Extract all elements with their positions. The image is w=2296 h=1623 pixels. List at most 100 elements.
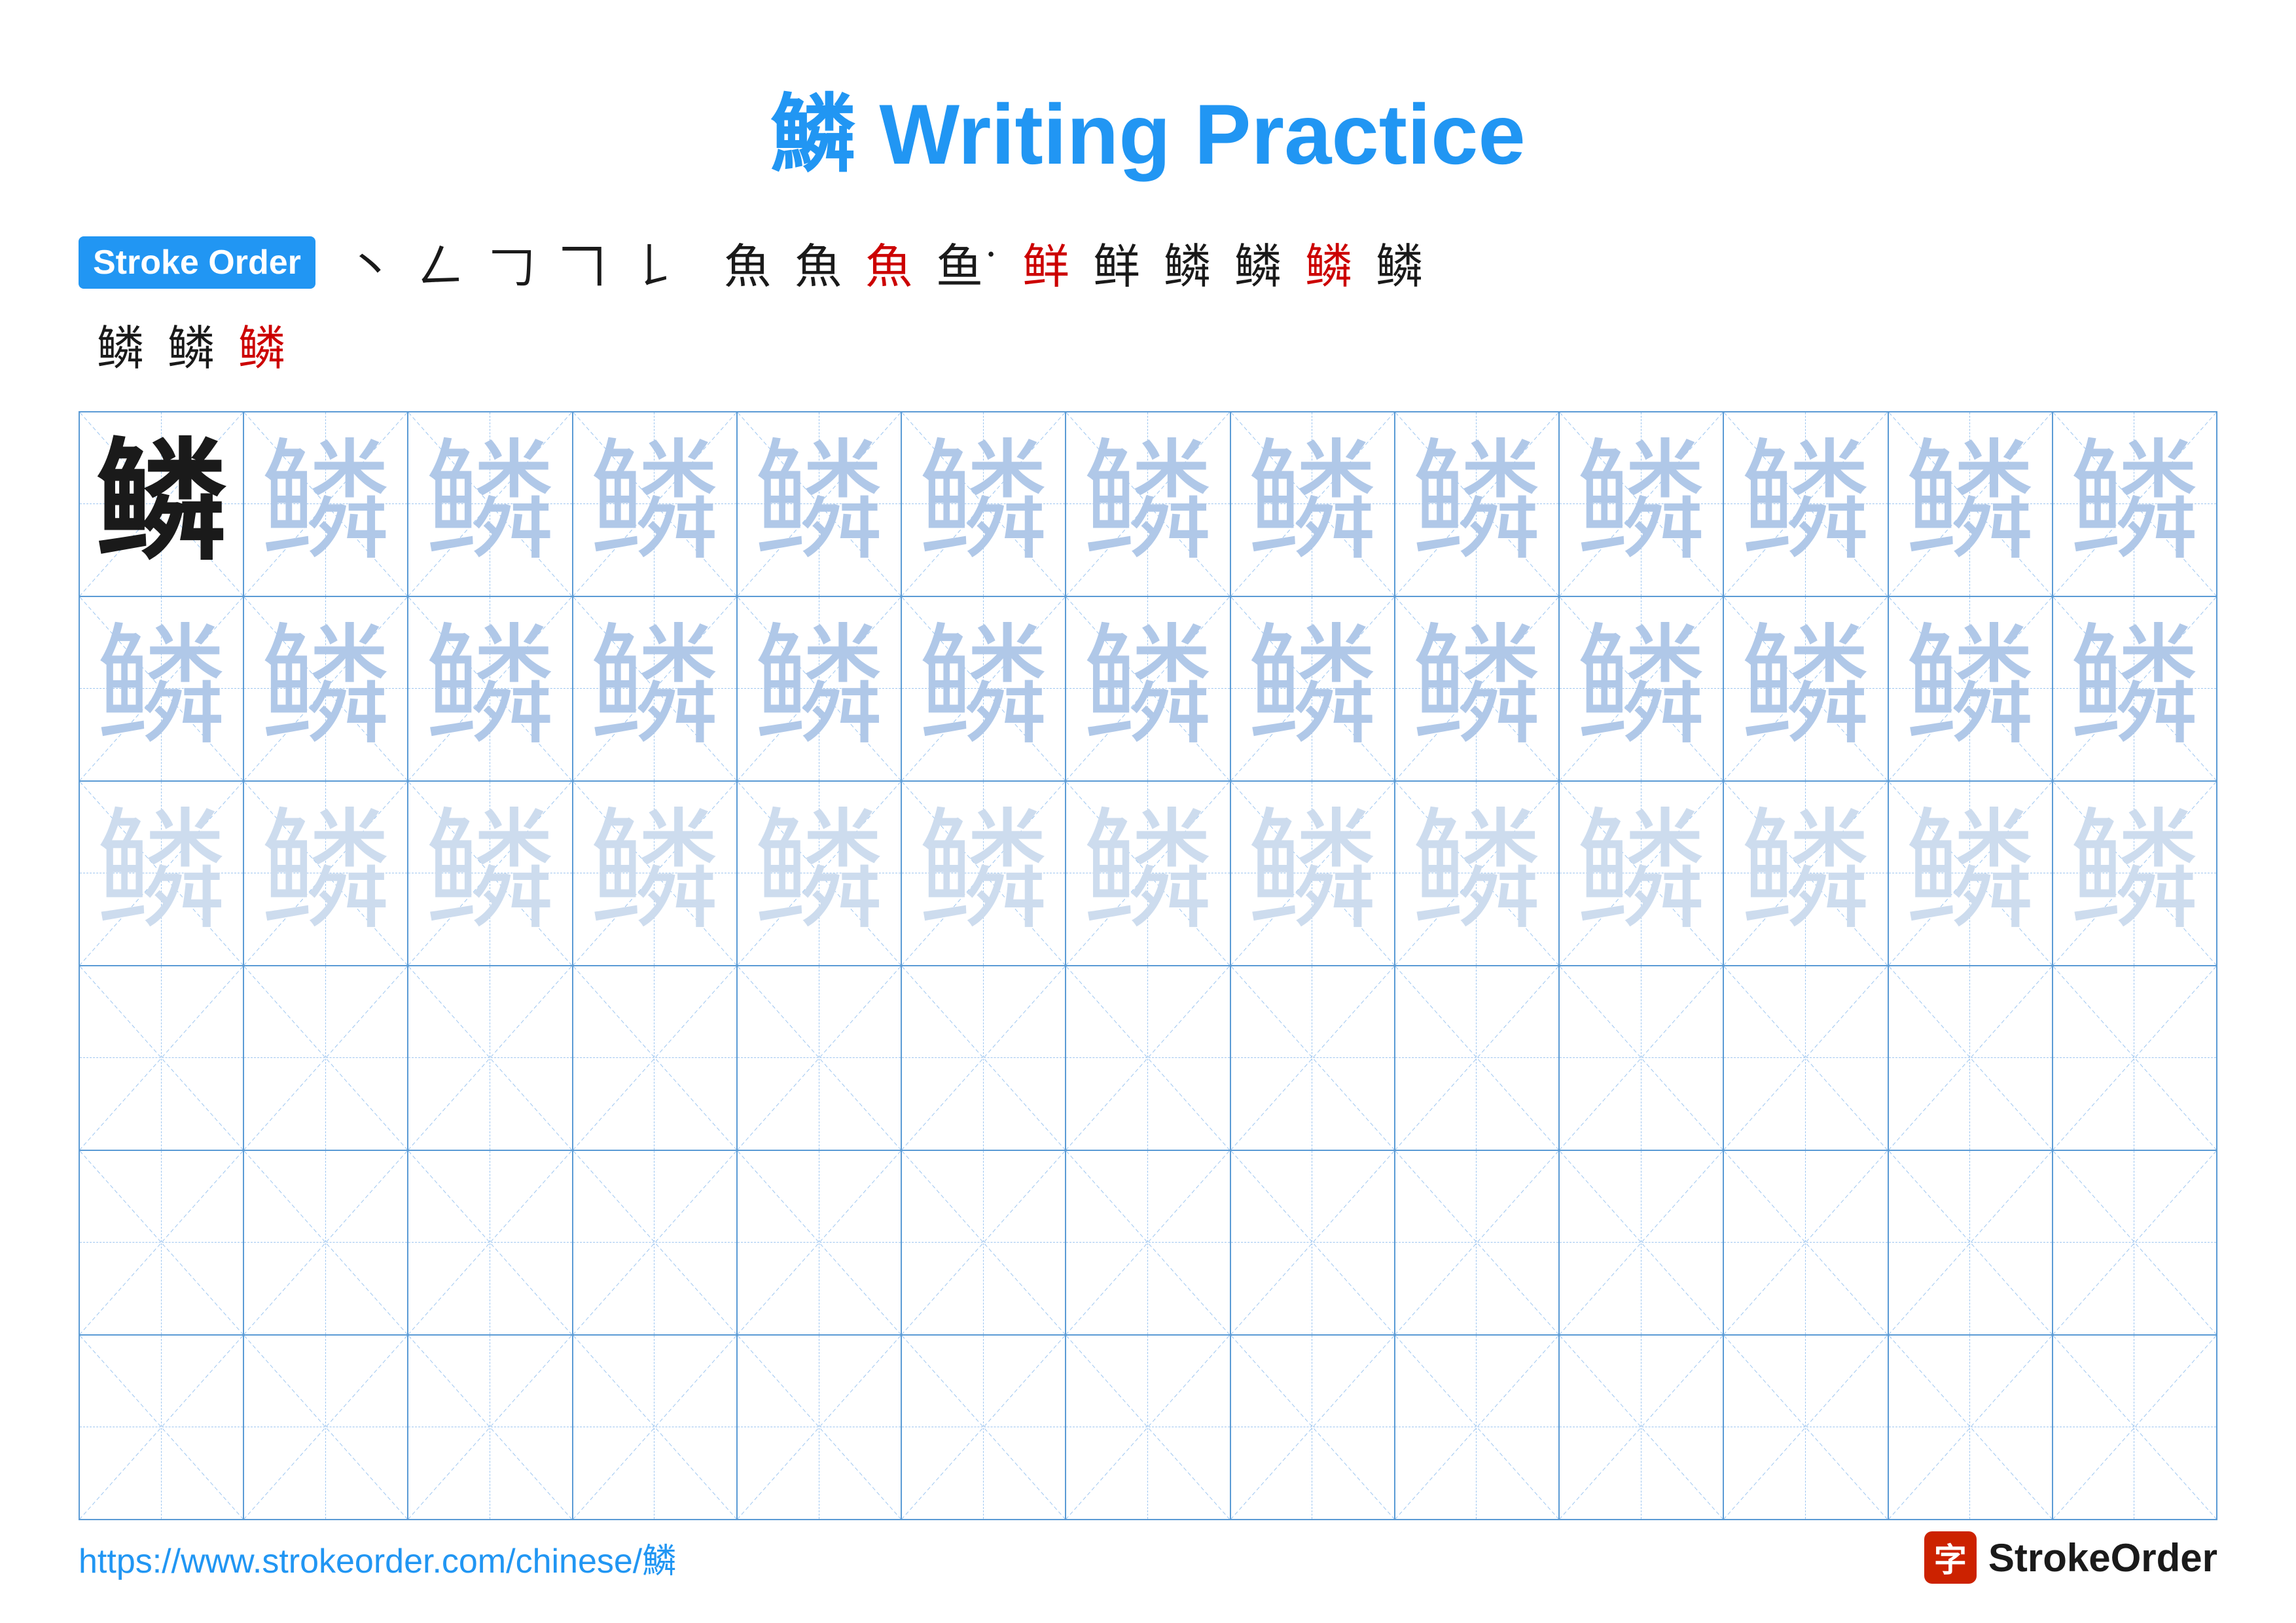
grid-cell[interactable] bbox=[1560, 1151, 1724, 1334]
grid-cell[interactable]: 鳞 bbox=[2053, 412, 2216, 596]
grid-cell[interactable] bbox=[244, 966, 408, 1150]
grid-cell[interactable] bbox=[1724, 1336, 1888, 1519]
grid-cell[interactable] bbox=[1395, 966, 1560, 1150]
grid-cell[interactable]: 鳞 bbox=[80, 412, 244, 596]
grid-cell[interactable] bbox=[573, 1151, 738, 1334]
footer-url[interactable]: https://www.strokeorder.com/chinese/鱗 bbox=[79, 1533, 676, 1582]
grid-cell[interactable]: 鳞 bbox=[408, 412, 573, 596]
grid-cell[interactable]: 鳞 bbox=[408, 597, 573, 780]
stroke-char: 鳞 bbox=[1376, 228, 1423, 297]
grid-cell[interactable] bbox=[1889, 1151, 2053, 1334]
practice-char: 鳞 bbox=[1740, 623, 1871, 754]
grid-cell[interactable]: 鳞 bbox=[573, 412, 738, 596]
grid-cell[interactable] bbox=[1889, 1336, 2053, 1519]
grid-cell[interactable]: 鳞 bbox=[244, 782, 408, 965]
grid-cell[interactable] bbox=[573, 966, 738, 1150]
grid-cell[interactable]: 鳞 bbox=[902, 597, 1066, 780]
grid-cell[interactable] bbox=[1889, 966, 2053, 1150]
grid-cell[interactable]: 鳞 bbox=[408, 782, 573, 965]
grid-cell[interactable] bbox=[80, 1151, 244, 1334]
grid-cell[interactable] bbox=[1231, 1151, 1395, 1334]
grid-cell[interactable]: 鳞 bbox=[1231, 412, 1395, 596]
grid-cell[interactable]: 鳞 bbox=[738, 412, 902, 596]
practice-char: 鳞 bbox=[589, 808, 720, 939]
grid-cell[interactable]: 鳞 bbox=[1395, 412, 1560, 596]
grid-cell[interactable] bbox=[902, 966, 1066, 1150]
grid-cell[interactable]: 鳞 bbox=[1066, 597, 1230, 780]
practice-char: 鳞 bbox=[589, 623, 720, 754]
practice-char: 鳞 bbox=[2069, 808, 2200, 939]
practice-char: 鳞 bbox=[1576, 439, 1707, 570]
stroke-char: 魚 bbox=[795, 228, 842, 297]
grid-cell[interactable]: 鳞 bbox=[1066, 782, 1230, 965]
practice-char: 鳞 bbox=[260, 808, 391, 939]
grid-cell[interactable]: 鳞 bbox=[1560, 412, 1724, 596]
grid-cell[interactable] bbox=[902, 1151, 1066, 1334]
grid-cell[interactable] bbox=[902, 1336, 1066, 1519]
grid-cell[interactable]: 鳞 bbox=[902, 782, 1066, 965]
grid-cell[interactable] bbox=[738, 1336, 902, 1519]
grid-cell[interactable]: 鳞 bbox=[1889, 597, 2053, 780]
grid-cell[interactable]: 鳞 bbox=[1395, 597, 1560, 780]
grid-cell[interactable] bbox=[1231, 1336, 1395, 1519]
grid-cell[interactable]: 鳞 bbox=[1724, 597, 1888, 780]
grid-cell[interactable] bbox=[573, 1336, 738, 1519]
grid-cell[interactable] bbox=[244, 1151, 408, 1334]
grid-cell[interactable] bbox=[2053, 1336, 2216, 1519]
grid-cell[interactable] bbox=[1066, 966, 1230, 1150]
grid-cell[interactable] bbox=[1066, 1336, 1230, 1519]
practice-char: 鳞 bbox=[754, 439, 885, 570]
grid-cell[interactable]: 鳞 bbox=[244, 412, 408, 596]
grid-cell[interactable] bbox=[1560, 1336, 1724, 1519]
grid-cell[interactable] bbox=[1231, 966, 1395, 1150]
stroke-char: 鲜 bbox=[1093, 228, 1140, 297]
grid-cell[interactable] bbox=[408, 966, 573, 1150]
grid-cell[interactable] bbox=[738, 1151, 902, 1334]
grid-cell[interactable] bbox=[738, 966, 902, 1150]
grid-cell[interactable]: 鳞 bbox=[1231, 782, 1395, 965]
stroke-char: 𠃋 bbox=[418, 228, 465, 297]
grid-cell[interactable]: 鳞 bbox=[1560, 597, 1724, 780]
stroke-chars-row1: 丶 𠃋 𠃌 𠃍 𠄌 𤋳 魚 魚 魚 鱼˙ 鲜 鲜 鳞 鳞 鳞 鳞 bbox=[335, 228, 1435, 297]
grid-cell[interactable] bbox=[408, 1151, 573, 1334]
practice-char: 鳞 bbox=[1905, 623, 2036, 754]
grid-cell[interactable] bbox=[1724, 1151, 1888, 1334]
grid-cell[interactable] bbox=[2053, 966, 2216, 1150]
grid-cell[interactable]: 鳞 bbox=[1231, 597, 1395, 780]
grid-cell[interactable] bbox=[1395, 1151, 1560, 1334]
grid-cell[interactable] bbox=[1560, 966, 1724, 1150]
grid-cell[interactable] bbox=[2053, 1151, 2216, 1334]
grid-cell[interactable]: 鳞 bbox=[1889, 412, 2053, 596]
grid-cell[interactable]: 鳞 bbox=[573, 782, 738, 965]
grid-cell[interactable] bbox=[80, 966, 244, 1150]
grid-cell[interactable]: 鳞 bbox=[1724, 412, 1888, 596]
grid-cell[interactable]: 鳞 bbox=[2053, 782, 2216, 965]
logo-icon: 字 bbox=[1924, 1531, 1977, 1584]
grid-cell[interactable]: 鳞 bbox=[244, 597, 408, 780]
grid-cell[interactable] bbox=[1066, 1151, 1230, 1334]
grid-cell[interactable]: 鳞 bbox=[1724, 782, 1888, 965]
stroke-char-row2: 鳞 bbox=[97, 310, 144, 378]
grid-cell[interactable]: 鳞 bbox=[1066, 412, 1230, 596]
page-title: 鱗 Writing Practice bbox=[79, 65, 2217, 189]
grid-cell[interactable]: 鳞 bbox=[1560, 782, 1724, 965]
grid-cell[interactable]: 鳞 bbox=[80, 782, 244, 965]
practice-char: 鳞 bbox=[1740, 439, 1871, 570]
grid-cell[interactable] bbox=[244, 1336, 408, 1519]
grid-cell[interactable]: 鳞 bbox=[573, 597, 738, 780]
grid-cell[interactable]: 鳞 bbox=[80, 597, 244, 780]
grid-cell[interactable] bbox=[408, 1336, 573, 1519]
grid-cell[interactable]: 鳞 bbox=[1395, 782, 1560, 965]
practice-char: 鳞 bbox=[918, 808, 1049, 939]
grid-cell[interactable] bbox=[1395, 1336, 1560, 1519]
grid-cell[interactable]: 鳞 bbox=[738, 782, 902, 965]
grid-cell[interactable] bbox=[1724, 966, 1888, 1150]
grid-cell[interactable]: 鳞 bbox=[1889, 782, 2053, 965]
grid-cell[interactable]: 鳞 bbox=[738, 597, 902, 780]
practice-char: 鳞 bbox=[1083, 439, 1213, 570]
grid-cell[interactable]: 鳞 bbox=[2053, 597, 2216, 780]
stroke-char-row2: 鳞 bbox=[168, 310, 215, 378]
practice-char: 鳞 bbox=[1411, 808, 1542, 939]
grid-cell[interactable] bbox=[80, 1336, 244, 1519]
grid-cell[interactable]: 鳞 bbox=[902, 412, 1066, 596]
